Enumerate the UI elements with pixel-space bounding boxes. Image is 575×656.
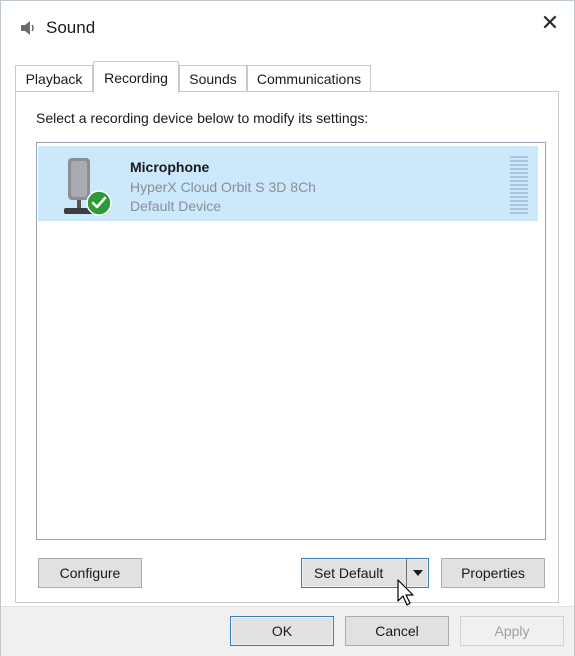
tab-communications[interactable]: Communications	[247, 65, 371, 92]
set-default-button[interactable]: Set Default	[301, 558, 429, 588]
close-button[interactable]: ✕	[534, 9, 566, 41]
properties-button[interactable]: Properties	[441, 558, 545, 588]
configure-button[interactable]: Configure	[38, 558, 142, 588]
device-description: HyperX Cloud Orbit S 3D 8Ch	[130, 179, 316, 195]
instruction-text: Select a recording device below to modif…	[36, 110, 369, 126]
window-title: Sound	[46, 18, 96, 37]
recording-panel: Select a recording device below to modif…	[15, 91, 559, 603]
cancel-button[interactable]: Cancel	[345, 616, 449, 646]
set-default-label: Set Default	[314, 565, 384, 581]
device-status: Default Device	[130, 198, 222, 214]
default-checkmark-icon	[86, 190, 112, 216]
dialog-footer: OK Cancel Apply	[1, 606, 574, 656]
device-list[interactable]: Microphone HyperX Cloud Orbit S 3D 8Ch D…	[36, 142, 546, 540]
title-bar: Sound ✕	[1, 1, 574, 53]
ok-button[interactable]: OK	[230, 616, 334, 646]
apply-button[interactable]: Apply	[460, 616, 564, 646]
set-default-dropdown-arrow[interactable]	[406, 559, 428, 587]
device-name: Microphone	[130, 159, 210, 175]
chevron-down-icon	[412, 570, 423, 576]
device-item-microphone[interactable]: Microphone HyperX Cloud Orbit S 3D 8Ch D…	[38, 146, 538, 221]
level-meter-icon	[510, 156, 528, 214]
tab-playback[interactable]: Playback	[15, 65, 93, 92]
speaker-icon	[21, 21, 34, 35]
tab-recording[interactable]: Recording	[93, 61, 179, 93]
sound-dialog: Sound ✕ Playback Recording Sounds Commun…	[0, 0, 575, 656]
tab-sounds[interactable]: Sounds	[179, 65, 247, 92]
